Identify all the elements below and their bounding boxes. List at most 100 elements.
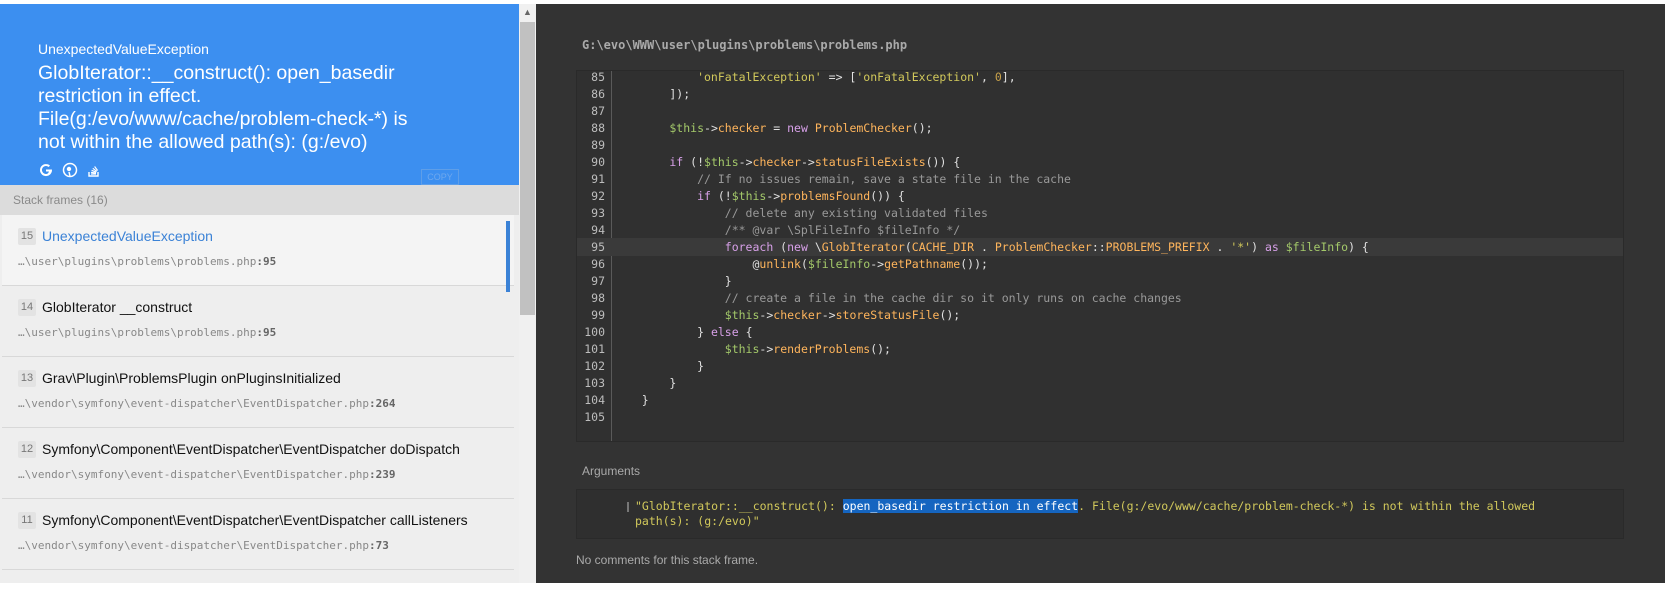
frame-number: 13 bbox=[18, 370, 36, 387]
frame-class: GlobIterator __construct bbox=[42, 299, 193, 315]
arguments-box: "GlobIterator::__construct(): open_based… bbox=[576, 489, 1624, 539]
frame-path: …\vendor\symfony\event-dispatcher\EventD… bbox=[18, 397, 396, 410]
frame-path: …\vendor\symfony\event-dispatcher\EventD… bbox=[18, 468, 396, 481]
line-number: 89 bbox=[591, 138, 605, 152]
code-line: 102 } bbox=[577, 357, 1623, 375]
scroll-up-icon[interactable]: ▲ bbox=[519, 4, 536, 21]
file-path: G:\evo\WWW\user\plugins\problems\problem… bbox=[582, 38, 908, 52]
line-number: 99 bbox=[591, 308, 605, 322]
google-icon[interactable] bbox=[38, 162, 54, 178]
line-number: 93 bbox=[591, 206, 605, 220]
copy-button[interactable]: COPY bbox=[421, 169, 459, 185]
frame-class: UnexpectedValueException bbox=[42, 228, 213, 244]
frame-path: …\user\plugins\problems\problems.php:95 bbox=[18, 326, 277, 339]
frame-class: Symfony\Component\EventDispatcher\EventD… bbox=[42, 512, 468, 528]
code-line: 105 bbox=[577, 408, 1623, 426]
line-number: 102 bbox=[584, 359, 605, 373]
stack-frame[interactable]: 15 UnexpectedValueException …\user\plugi… bbox=[2, 215, 514, 292]
code-text: /** @var \SplFileInfo $fileInfo */ bbox=[614, 223, 961, 237]
code-text: $this->renderProblems(); bbox=[614, 342, 891, 356]
line-number: 91 bbox=[591, 172, 605, 186]
argument-value: "GlobIterator::__construct(): open_based… bbox=[635, 499, 1536, 528]
code-text: if (!$this->checker->statusFileExists())… bbox=[614, 155, 961, 169]
stack-scrollbar[interactable]: ▲ bbox=[519, 4, 536, 583]
line-number: 101 bbox=[584, 342, 605, 356]
code-text: 'onFatalException' => ['onFatalException… bbox=[614, 70, 1016, 84]
scroll-thumb[interactable] bbox=[520, 22, 535, 315]
line-number: 94 bbox=[591, 223, 605, 237]
code-text: } else { bbox=[614, 325, 753, 339]
code-text: $this->checker->storeStatusFile(); bbox=[614, 308, 961, 322]
code-line: 89 bbox=[577, 136, 1623, 154]
code-text: if (!$this->problemsFound()) { bbox=[614, 189, 905, 203]
code-viewer: 85 'onFatalException' => ['onFatalExcept… bbox=[576, 70, 1624, 442]
stack-frame[interactable]: 13 Grav\Plugin\ProblemsPlugin onPluginsI… bbox=[2, 357, 514, 428]
code-line: 86 ]); bbox=[577, 85, 1623, 103]
stack-panel: UnexpectedValueException GlobIterator::_… bbox=[0, 4, 536, 583]
code-line: 99 $this->checker->storeStatusFile(); bbox=[577, 306, 1623, 324]
code-text: } bbox=[614, 274, 732, 288]
code-text: // delete any existing validated files bbox=[614, 206, 988, 220]
code-line: 92 if (!$this->problemsFound()) { bbox=[577, 187, 1623, 205]
duckduckgo-icon[interactable] bbox=[62, 162, 78, 178]
stack-frame[interactable]: 11 Symfony\Component\EventDispatcher\Eve… bbox=[2, 499, 514, 570]
frame-number: 15 bbox=[18, 228, 36, 245]
code-text: // create a file in the cache dir so it … bbox=[614, 291, 1182, 305]
frame-number: 11 bbox=[18, 512, 36, 529]
code-line: 93 // delete any existing validated file… bbox=[577, 204, 1623, 222]
code-line: 100 } else { bbox=[577, 323, 1623, 341]
frame-path: …\vendor\symfony\event-dispatcher\EventD… bbox=[18, 539, 389, 552]
stackoverflow-icon[interactable] bbox=[86, 162, 102, 178]
code-text: } bbox=[614, 359, 705, 373]
code-line: 88 $this->checker = new ProblemChecker()… bbox=[577, 119, 1623, 137]
code-line: 97 } bbox=[577, 272, 1623, 290]
selected-text: open_basedir restriction in effect bbox=[842, 499, 1079, 513]
stack-frame[interactable]: 14 GlobIterator __construct …\user\plugi… bbox=[2, 286, 514, 357]
line-number: 86 bbox=[591, 87, 605, 101]
line-number: 97 bbox=[591, 274, 605, 288]
arguments-title: Arguments bbox=[582, 464, 641, 478]
code-text: foreach (new \GlobIterator(CACHE_DIR . P… bbox=[614, 240, 1369, 254]
line-number: 100 bbox=[584, 325, 605, 339]
line-number: 88 bbox=[591, 121, 605, 135]
code-line: 94 /** @var \SplFileInfo $fileInfo */ bbox=[577, 221, 1623, 239]
active-frame-indicator bbox=[506, 221, 510, 292]
code-line: 103 } bbox=[577, 374, 1623, 392]
comments-text: No comments for this stack frame. bbox=[576, 553, 759, 567]
exception-header: UnexpectedValueException GlobIterator::_… bbox=[0, 4, 519, 185]
code-line: 85 'onFatalException' => ['onFatalExcept… bbox=[577, 70, 1623, 86]
code-line: 90 if (!$this->checker->statusFileExists… bbox=[577, 153, 1623, 171]
code-line: 96 @unlink($fileInfo->getPathname()); bbox=[577, 255, 1623, 273]
line-number: 105 bbox=[584, 410, 605, 424]
code-text: // If no issues remain, save a state fil… bbox=[614, 172, 1071, 186]
code-line: 91 // If no issues remain, save a state … bbox=[577, 170, 1623, 188]
argument-marker bbox=[627, 502, 629, 512]
code-line: 95 foreach (new \GlobIterator(CACHE_DIR … bbox=[577, 238, 1623, 256]
frame-path: …\user\plugins\problems\problems.php:95 bbox=[18, 255, 277, 268]
frame-number: 12 bbox=[18, 441, 36, 458]
line-number: 90 bbox=[591, 155, 605, 169]
code-text: ]); bbox=[614, 87, 691, 101]
code-line: 87 bbox=[577, 102, 1623, 120]
stack-frames-title: Stack frames (16) bbox=[0, 185, 519, 215]
line-number: 85 bbox=[591, 70, 605, 84]
stack-frame[interactable]: 12 Symfony\Component\EventDispatcher\Eve… bbox=[2, 428, 514, 499]
frame-class: Grav\Plugin\ProblemsPlugin onPluginsInit… bbox=[42, 370, 341, 386]
code-line: 104 } bbox=[577, 391, 1623, 409]
code-line: 98 // create a file in the cache dir so … bbox=[577, 289, 1623, 307]
line-number: 95 bbox=[591, 240, 605, 254]
line-number: 98 bbox=[591, 291, 605, 305]
frame-class: Symfony\Component\EventDispatcher\EventD… bbox=[42, 441, 460, 457]
line-number: 96 bbox=[591, 257, 605, 271]
details-panel: G:\evo\WWW\user\plugins\problems\problem… bbox=[536, 4, 1665, 583]
frame-number: 14 bbox=[18, 299, 36, 316]
code-line: 101 $this->renderProblems(); bbox=[577, 340, 1623, 358]
line-number: 87 bbox=[591, 104, 605, 118]
exception-type: UnexpectedValueException bbox=[38, 41, 209, 57]
stack-frames-list: 15 UnexpectedValueException …\user\plugi… bbox=[0, 215, 519, 570]
line-number: 104 bbox=[584, 393, 605, 407]
line-number: 92 bbox=[591, 189, 605, 203]
code-text: } bbox=[614, 393, 649, 407]
exception-message: GlobIterator::__construct(): open_basedi… bbox=[38, 62, 408, 153]
line-number: 103 bbox=[584, 376, 605, 390]
